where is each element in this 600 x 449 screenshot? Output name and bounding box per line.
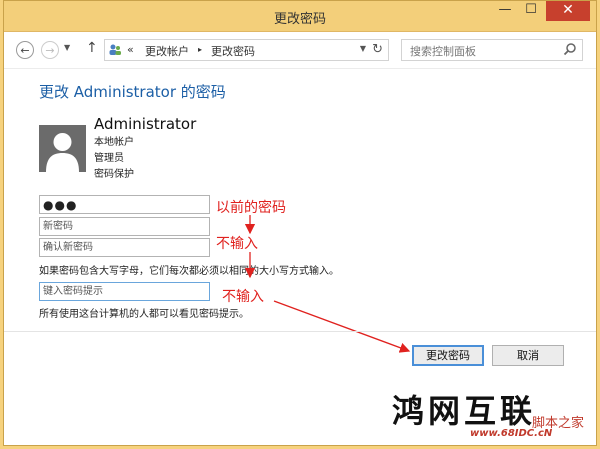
annotation-arrows — [244, 215, 411, 353]
arrow-to-ok-button — [273, 300, 411, 353]
site-watermark: 鸿网互联 脚本之家 www.68IDC.cN — [382, 386, 594, 442]
window: 更改密码 — ☐ ✕ ← → ▼ ↑ « 更改帐户 ▸ 更改密码 ▼ ↻ 搜索控… — [3, 0, 597, 446]
footer-divider — [4, 331, 596, 332]
watermark-url: www.68IDC.cN — [470, 428, 553, 439]
cancel-button[interactable]: 取消 — [492, 345, 564, 366]
change-password-button[interactable]: 更改密码 — [412, 345, 484, 366]
watermark-logo-text: 鸿网互联 — [392, 392, 537, 430]
